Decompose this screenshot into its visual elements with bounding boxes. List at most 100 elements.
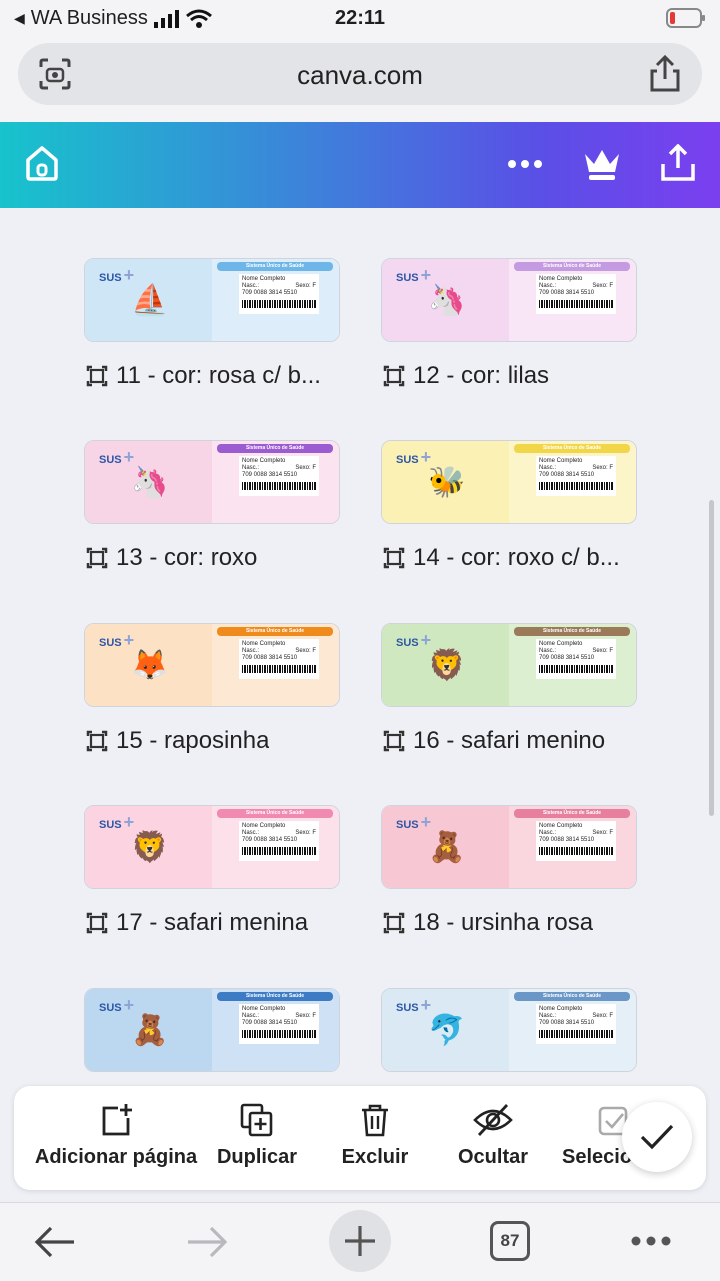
page-caption[interactable]: 16 - safari menino [381, 727, 643, 755]
page-thumbnail[interactable]: SUS 🦁 Sistema Único de Saúde Nome Comple… [381, 623, 637, 707]
premium-crown-icon[interactable] [582, 144, 622, 182]
barcode [242, 300, 316, 308]
thumb-header-tag: Sistema Único de Saúde [217, 992, 333, 1001]
page-caption[interactable]: 12 - cor: lilas [381, 362, 643, 390]
forward-arrow-icon[interactable] [186, 1225, 228, 1259]
duplicate-button[interactable]: Duplicar [212, 1102, 302, 1169]
page-resize-icon [86, 912, 108, 934]
thumb-header-tag: Sistema Único de Saúde [514, 627, 630, 636]
page-thumbnail[interactable]: SUS 🦊 Sistema Único de Saúde Nome Comple… [84, 623, 340, 707]
sus-logo: SUS [396, 995, 431, 1016]
page-title: 13 - cor: roxo [116, 544, 258, 571]
sus-logo: SUS [396, 265, 431, 286]
barcode [242, 847, 316, 855]
new-tab-button[interactable] [329, 1210, 391, 1272]
page-caption[interactable]: 15 - raposinha [84, 727, 346, 755]
page-caption[interactable]: 18 - ursinha rosa [381, 909, 643, 937]
back-arrow-icon[interactable] [34, 1225, 76, 1259]
thumb-name: Nome Completo [242, 458, 286, 464]
page-card[interactable]: SUS 🦁 Sistema Único de Saúde Nome Comple… [84, 805, 340, 936]
barcode [242, 482, 316, 490]
page-caption[interactable]: 14 - cor: roxo c/ b... [381, 544, 643, 572]
thumb-name: Nome Completo [242, 641, 286, 647]
hide-button[interactable]: Ocultar [448, 1102, 538, 1169]
page-thumbnail[interactable]: SUS 🦄 Sistema Único de Saúde Nome Comple… [84, 440, 340, 524]
page-title: 18 - ursinha rosa [413, 909, 594, 936]
barcode [539, 482, 613, 490]
more-menu-icon[interactable] [630, 1235, 672, 1247]
thumb-info-box: Nome Completo Nasc.: Sexo: F 709 0088 38… [536, 639, 616, 679]
duplicate-icon [240, 1103, 273, 1137]
editor-header [0, 122, 720, 208]
trash-icon [362, 1104, 388, 1137]
thumb-illustration: 🦁 [428, 649, 466, 682]
thumb-number: 709 0088 3814 5510 [242, 837, 298, 843]
home-icon[interactable] [24, 144, 60, 182]
barcode [539, 665, 613, 673]
page-card[interactable]: SUS 🦄 Sistema Único de Saúde Nome Comple… [84, 440, 340, 571]
thumb-info-box: Nome Completo Nasc.: Sexo: F 709 0088 38… [536, 1004, 616, 1044]
add-page-button[interactable]: Adicionar página [28, 1102, 204, 1169]
page-caption[interactable]: 11 - cor: rosa c/ b... [84, 362, 346, 390]
thumb-number: 709 0088 3814 5510 [539, 472, 595, 478]
page-thumbnail[interactable]: SUS 🐝 Sistema Único de Saúde Nome Comple… [381, 440, 637, 524]
page-thumbnail[interactable]: SUS 🐬 Sistema Único de Saúde Nome Comple… [381, 988, 637, 1072]
scrollbar[interactable] [709, 500, 714, 816]
thumb-header-tag: Sistema Único de Saúde [514, 262, 630, 271]
thumb-name: Nome Completo [539, 823, 583, 829]
thumb-info-box: Nome Completo Nasc.: Sexo: F 709 0088 38… [536, 821, 616, 861]
page-resize-icon [86, 365, 108, 387]
page-caption[interactable]: 17 - safari menina [84, 909, 346, 937]
thumb-nasc: Nasc.: Sexo: F [242, 465, 316, 471]
page-card[interactable]: SUS 🧸 Sistema Único de Saúde Nome Comple… [381, 805, 637, 936]
thumb-name: Nome Completo [539, 641, 583, 647]
thumb-number: 709 0088 3814 5510 [242, 290, 298, 296]
page-thumbnail[interactable]: SUS 🦁 Sistema Único de Saúde Nome Comple… [84, 805, 340, 889]
page-grid: SUS ⛵ Sistema Único de Saúde Nome Comple… [0, 208, 720, 1086]
page-card[interactable]: SUS 🦊 Sistema Único de Saúde Nome Comple… [84, 623, 340, 754]
barcode [242, 1030, 316, 1038]
page-title: 17 - safari menina [116, 909, 309, 936]
add-page-icon [102, 1104, 132, 1136]
page-resize-icon [383, 730, 405, 752]
browser-toolbar: 87 [0, 1202, 720, 1281]
thumb-illustration: 🧸 [131, 1014, 169, 1047]
barcode [539, 1030, 613, 1038]
thumb-number: 709 0088 3814 5510 [539, 1020, 595, 1026]
share-design-icon[interactable] [660, 144, 696, 182]
page-title: 11 - cor: rosa c/ b... [116, 362, 321, 389]
sus-logo: SUS [99, 812, 134, 833]
page-title: 14 - cor: roxo c/ b... [413, 544, 620, 571]
thumb-nasc: Nasc.: Sexo: F [539, 1013, 613, 1019]
page-thumbnail[interactable]: SUS 🧸 Sistema Único de Saúde Nome Comple… [84, 988, 340, 1072]
thumb-nasc: Nasc.: Sexo: F [242, 1013, 316, 1019]
page-thumbnail[interactable]: SUS 🧸 Sistema Único de Saúde Nome Comple… [381, 805, 637, 889]
thumb-illustration: 🦄 [131, 466, 169, 499]
more-options-icon[interactable] [506, 158, 544, 170]
thumb-header-tag: Sistema Único de Saúde [514, 444, 630, 453]
page-card[interactable]: SUS 🐬 Sistema Único de Saúde Nome Comple… [381, 988, 637, 1072]
page-title: 12 - cor: lilas [413, 362, 550, 389]
page-card[interactable]: SUS 🧸 Sistema Único de Saúde Nome Comple… [84, 988, 340, 1072]
page-thumbnail[interactable]: SUS ⛵ Sistema Único de Saúde Nome Comple… [84, 258, 340, 342]
thumb-nasc: Nasc.: Sexo: F [242, 648, 316, 654]
thumb-info-box: Nome Completo Nasc.: Sexo: F 709 0088 38… [536, 274, 616, 314]
sus-logo: SUS [99, 630, 134, 651]
sus-logo: SUS [99, 447, 134, 468]
thumb-info-box: Nome Completo Nasc.: Sexo: F 709 0088 38… [536, 456, 616, 496]
page-card[interactable]: SUS 🦄 Sistema Único de Saúde Nome Comple… [381, 258, 637, 389]
page-card[interactable]: SUS 🦁 Sistema Único de Saúde Nome Comple… [381, 623, 637, 754]
page-caption[interactable]: 13 - cor: roxo [84, 544, 346, 572]
delete-button[interactable]: Excluir [330, 1102, 420, 1169]
page-card[interactable]: SUS ⛵ Sistema Único de Saúde Nome Comple… [84, 258, 340, 389]
address-bar[interactable]: canva.com [18, 43, 702, 105]
page-card[interactable]: SUS 🐝 Sistema Único de Saúde Nome Comple… [381, 440, 637, 571]
page-resize-icon [383, 912, 405, 934]
barcode [539, 300, 613, 308]
share-icon[interactable] [648, 55, 682, 93]
done-button[interactable] [622, 1102, 692, 1172]
url-domain[interactable]: canva.com [18, 60, 702, 91]
tab-count-button[interactable]: 87 [490, 1221, 530, 1261]
page-thumbnail[interactable]: SUS 🦄 Sistema Único de Saúde Nome Comple… [381, 258, 637, 342]
thumb-number: 709 0088 3814 5510 [242, 472, 298, 478]
